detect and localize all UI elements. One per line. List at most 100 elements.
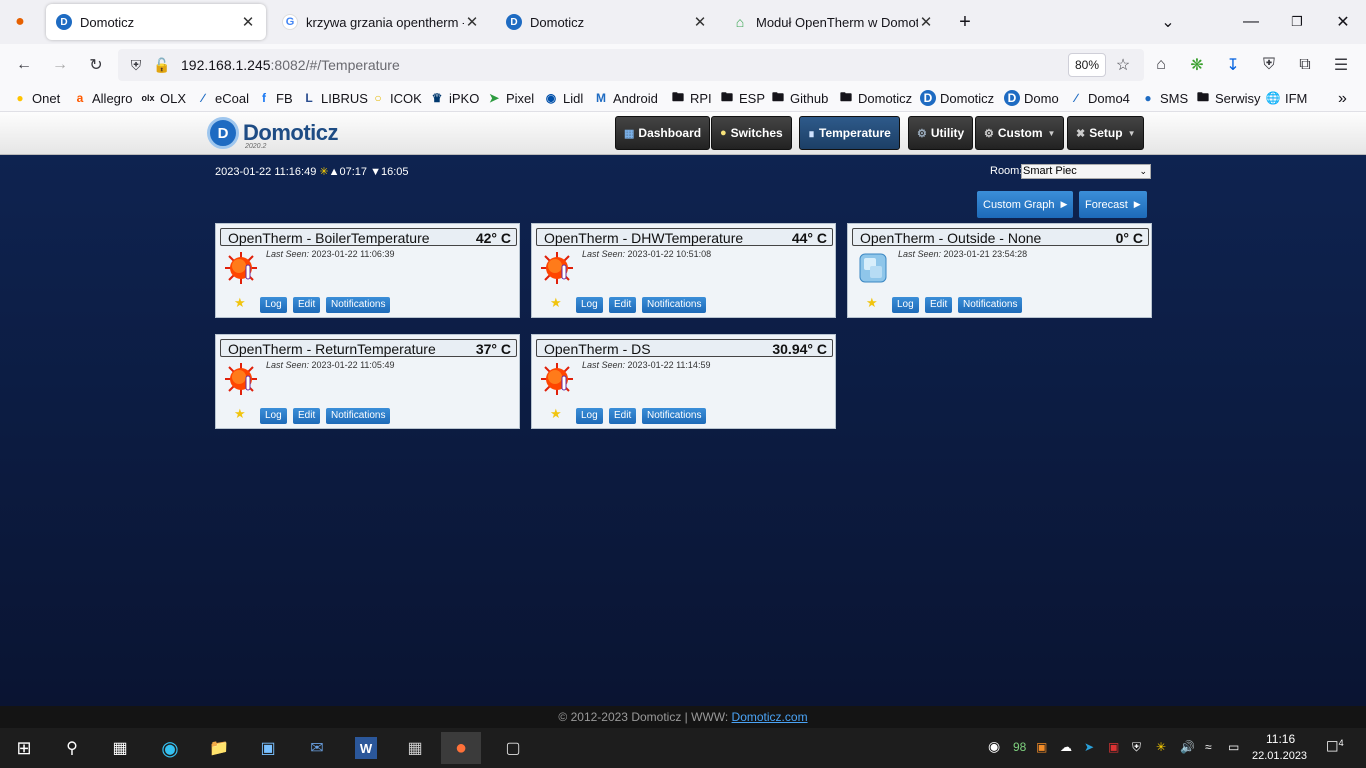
app-logo[interactable]: D Domoticz 2020.2 <box>207 117 339 150</box>
favorite-star-icon[interactable]: ★ <box>550 295 562 311</box>
browser-tab-4[interactable]: ⌂ Moduł OpenTherm w Domoticz ✕ <box>722 4 944 40</box>
home-icon[interactable]: ⌂ <box>1149 53 1173 77</box>
new-tab-icon[interactable]: + <box>951 8 979 36</box>
forecast-button[interactable]: Forecast ▶ <box>1079 191 1147 218</box>
extensions-icon[interactable]: ⧉ <box>1293 53 1317 77</box>
bookmark-librus[interactable]: L LIBRUS <box>301 90 368 106</box>
favorite-star-icon[interactable]: ★ <box>550 406 562 422</box>
url-bar[interactable]: ⛨ 🔓 192.168.1.245:8082/#/Temperature 80%… <box>118 49 1144 81</box>
favorite-star-icon[interactable]: ★ <box>866 295 878 311</box>
battery-icon[interactable]: ▭ <box>1228 740 1239 754</box>
edit-button[interactable]: Edit <box>609 408 637 424</box>
footer-link[interactable]: Domoticz.com <box>732 710 808 724</box>
downloads-icon[interactable]: ↧ <box>1221 53 1245 77</box>
favorite-star-icon[interactable]: ★ <box>234 406 246 422</box>
notifications-button[interactable]: Notifications <box>326 297 391 313</box>
browser-tab-3[interactable]: D Domoticz ✕ <box>496 4 718 40</box>
bookmark-rpi[interactable]: 🖿 RPI <box>670 90 712 106</box>
menu-temperature[interactable]: ∎ Temperature <box>799 116 900 150</box>
log-button[interactable]: Log <box>576 297 603 313</box>
edit-button[interactable]: Edit <box>609 297 637 313</box>
bookmark-android[interactable]: M Android <box>593 90 658 106</box>
minimize-icon[interactable]: — <box>1237 8 1265 36</box>
bookmarks-overflow-icon[interactable]: » <box>1338 90 1347 108</box>
room-select[interactable]: Smart Piec ⌄ <box>1021 164 1151 179</box>
heat-icon[interactable] <box>224 251 258 285</box>
calculator-icon[interactable]: ▦ <box>395 732 435 764</box>
bookmark-star-icon[interactable]: ☆ <box>1111 53 1135 77</box>
word-icon[interactable]: W <box>355 737 377 759</box>
hamburger-menu-icon[interactable]: ☰ <box>1329 53 1353 77</box>
close-tab-icon[interactable]: ✕ <box>464 13 480 31</box>
bookmark-ifm[interactable]: 🌐 IFM <box>1265 90 1308 106</box>
back-icon[interactable]: ← <box>12 53 36 77</box>
task-view-icon[interactable]: ▦ <box>100 732 140 764</box>
firefox-icon[interactable]: ● <box>441 732 481 764</box>
reload-icon[interactable]: ↻ <box>84 53 108 77</box>
notifications-button[interactable]: Notifications <box>958 297 1023 313</box>
notifications-button[interactable]: Notifications <box>642 297 707 313</box>
bookmark-lidl[interactable]: ◉ Lidl <box>543 90 584 106</box>
bookmark-fb[interactable]: f FB <box>256 90 293 106</box>
zoom-level-badge[interactable]: 80% <box>1068 53 1107 77</box>
firefox-menu-icon[interactable]: ● <box>6 8 34 36</box>
bookmark-domoticz[interactable]: D Domoticz <box>920 90 994 106</box>
forward-icon[interactable]: → <box>48 53 72 77</box>
camera-icon[interactable]: ◉ <box>988 738 1000 755</box>
bookmark-pixel[interactable]: ➤ Pixel <box>486 90 534 106</box>
extension-puzzle-icon[interactable]: ❋ <box>1185 53 1209 77</box>
ublock-shield-icon[interactable]: ⛨ <box>1257 53 1281 77</box>
mail-icon[interactable]: ✉ <box>297 732 337 764</box>
browser-tab-2[interactable]: G krzywa grzania opentherm - Szu ✕ <box>272 4 490 40</box>
notifications-button[interactable]: Notifications <box>642 408 707 424</box>
close-tab-icon[interactable]: ✕ <box>692 13 708 31</box>
tray-number[interactable]: 98 <box>1013 740 1026 754</box>
edit-button[interactable]: Edit <box>293 408 321 424</box>
clock-time[interactable]: 11:16 <box>1266 732 1295 746</box>
log-button[interactable]: Log <box>260 297 287 313</box>
app-tray-icon[interactable]: ▣ <box>1036 740 1047 754</box>
list-tabs-icon[interactable]: ⌄ <box>1154 8 1182 36</box>
menu-dashboard[interactable]: ▦ Dashboard <box>615 116 711 150</box>
bookmark-sms[interactable]: ● SMS <box>1140 90 1188 106</box>
bookmark-esp[interactable]: 🖿 ESP <box>719 90 765 106</box>
heat-icon[interactable] <box>540 251 574 285</box>
heat-icon[interactable] <box>540 362 574 396</box>
log-button[interactable]: Log <box>260 408 287 424</box>
bookmark-icok[interactable]: ○ ICOK <box>370 90 421 106</box>
custom-graph-button[interactable]: Custom Graph ▶ <box>977 191 1074 218</box>
menu-utility[interactable]: ⚙ Utility <box>908 116 974 150</box>
bookmark-allegro[interactable]: a Allegro <box>72 90 133 106</box>
restore-icon[interactable]: ❐ <box>1283 8 1311 36</box>
log-button[interactable]: Log <box>892 297 919 313</box>
notification-center-icon[interactable]: ☐4 <box>1326 738 1344 756</box>
edit-button[interactable]: Edit <box>293 297 321 313</box>
volume-icon[interactable]: 🔊 <box>1180 740 1195 754</box>
sun-tray-icon[interactable]: ✳ <box>1156 740 1166 754</box>
ice-icon[interactable] <box>856 251 890 285</box>
notifications-button[interactable]: Notifications <box>326 408 391 424</box>
search-icon[interactable]: ⚲ <box>52 732 92 764</box>
network-monitor-icon[interactable]: ▣ <box>1108 740 1119 754</box>
bookmark-domoticz-folder[interactable]: 🖿 Domoticz <box>838 90 912 106</box>
url-text[interactable]: 192.168.1.245:8082/#/Temperature <box>181 57 400 73</box>
bookmark-github[interactable]: 🖿 Github <box>770 90 828 106</box>
edit-button[interactable]: Edit <box>925 297 953 313</box>
telegram-icon[interactable]: ➤ <box>1084 740 1094 754</box>
bookmark-onet[interactable]: ● Onet <box>12 90 60 106</box>
wifi-icon[interactable]: ≈ <box>1205 740 1212 754</box>
bookmark-domo[interactable]: D Domo <box>1004 90 1059 106</box>
store-icon[interactable]: ▣ <box>248 732 288 764</box>
notepad-icon[interactable]: ▢ <box>493 732 533 764</box>
bookmark-domo4[interactable]: ∕ Domo4 <box>1068 90 1130 106</box>
bookmark-ipko[interactable]: ♛ iPKO <box>429 90 480 106</box>
menu-switches[interactable]: ● Switches <box>711 116 792 150</box>
browser-tab-1[interactable]: D Domoticz ✕ <box>46 4 266 40</box>
file-explorer-icon[interactable]: 📁 <box>199 732 239 764</box>
clock-date[interactable]: 22.01.2023 <box>1252 750 1307 762</box>
insecure-lock-icon[interactable]: 🔓 <box>150 53 174 77</box>
windows-start-icon[interactable]: ⊞ <box>4 732 44 764</box>
bookmark-ecoal[interactable]: ∕ eCoal <box>195 90 249 106</box>
cloud-icon[interactable]: ☁ <box>1060 740 1072 754</box>
heat-icon[interactable] <box>224 362 258 396</box>
